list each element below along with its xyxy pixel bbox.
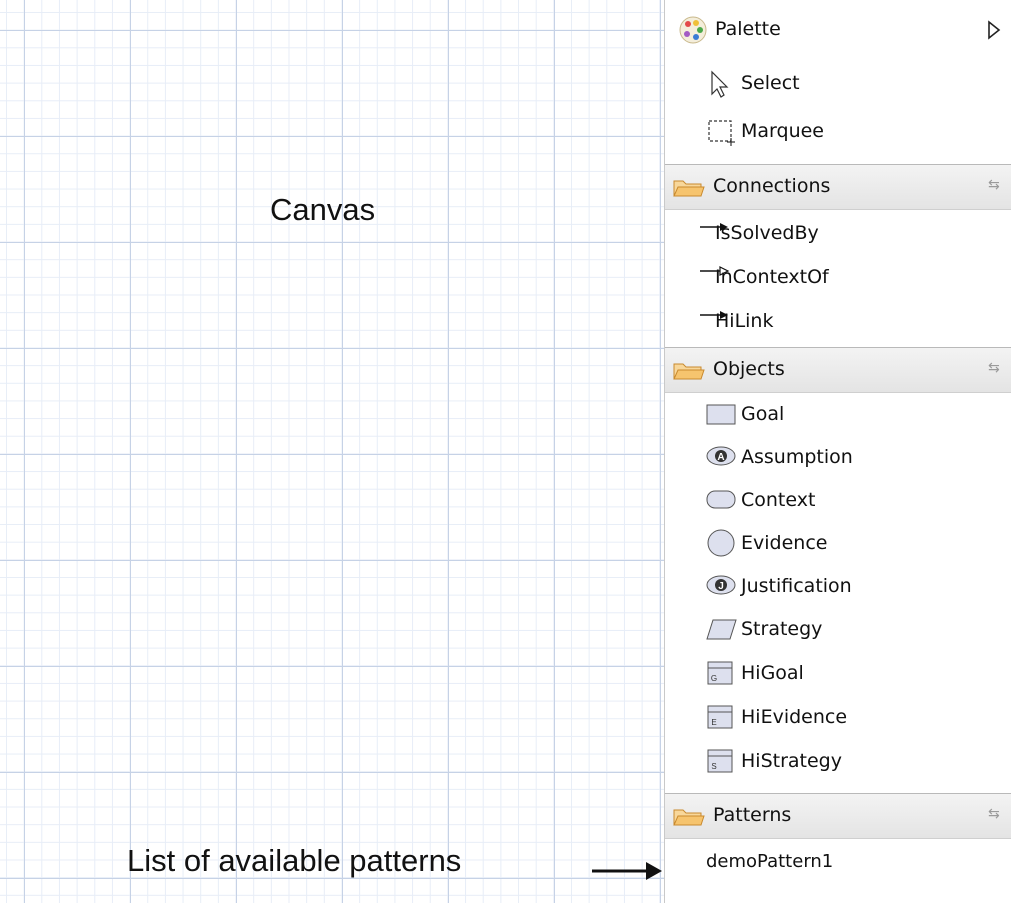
drawer-connections-label: Connections — [713, 175, 831, 197]
palette-item-label: demoPattern1 — [706, 851, 834, 872]
folder-icon — [673, 180, 705, 197]
justification-icon-letter: J — [718, 581, 724, 592]
folder-icon — [673, 809, 705, 826]
drawer-objects-label: Objects — [713, 358, 785, 380]
histrategy-icon: S — [707, 749, 733, 773]
palette-item-label: Evidence — [741, 532, 828, 554]
palette-item-label: HiEvidence — [741, 706, 848, 728]
drawer-connections-header[interactable]: Connections ⇆ — [665, 164, 1011, 210]
palette-item-hievidence[interactable]: E HiEvidence — [665, 697, 1011, 737]
palette-item-histrategy[interactable]: S HiStrategy — [665, 741, 1011, 781]
palette-item-goal[interactable]: Goal — [665, 394, 1011, 434]
palette-item-justification[interactable]: J Justification — [665, 566, 1011, 606]
collapse-palette-icon[interactable] — [987, 20, 1001, 40]
palette-item-evidence[interactable]: Evidence — [665, 523, 1011, 563]
palette-item-label: InContextOf — [715, 266, 829, 288]
hievidence-icon: E — [707, 705, 733, 729]
assumption-icon-letter: A — [717, 452, 724, 463]
histrategy-icon-letter: S — [711, 762, 716, 771]
palette-item-assumption[interactable]: A Assumption — [665, 437, 1011, 477]
hievidence-icon-letter: E — [711, 718, 716, 727]
evidence-circle-icon — [707, 529, 735, 557]
palette-item-issolvedby[interactable]: IsSolvedBy — [665, 213, 1011, 253]
strategy-parallelogram-icon — [706, 619, 737, 640]
collapse-drawer-icon[interactable]: ⇆ — [988, 806, 1000, 822]
collapse-drawer-icon[interactable]: ⇆ — [988, 360, 1000, 376]
drawer-objects-header[interactable]: Objects ⇆ — [665, 347, 1011, 393]
patterns-annotation: List of available patterns — [127, 843, 462, 878]
palette-item-label: Assumption — [741, 446, 853, 468]
cursor-arrow-icon — [711, 70, 729, 98]
canvas-label: Canvas — [270, 192, 376, 227]
palette-item-label: Justification — [741, 575, 852, 597]
palette-header: Palette — [665, 0, 1011, 62]
palette-item-hilink[interactable]: HiLink — [665, 301, 1011, 341]
palette-item-demopattern1[interactable]: demoPattern1 — [665, 842, 1011, 882]
palette-item-context[interactable]: Context — [665, 480, 1011, 520]
folder-icon — [673, 363, 705, 380]
tool-marquee[interactable]: Marquee — [665, 111, 1011, 151]
higoal-icon-letter: G — [711, 674, 717, 683]
collapse-drawer-icon[interactable]: ⇆ — [988, 177, 1000, 193]
tool-marquee-label: Marquee — [741, 120, 824, 142]
palette-item-label: IsSolvedBy — [715, 222, 819, 244]
marquee-icon — [708, 120, 735, 146]
palette-panel: Palette Select Marquee Connections ⇆ IsS… — [664, 0, 1011, 903]
palette-item-strategy[interactable]: Strategy — [665, 609, 1011, 649]
justification-ellipse-icon: J — [706, 575, 736, 595]
context-rounded-rect-icon — [706, 490, 736, 509]
palette-item-higoal[interactable]: G HiGoal — [665, 653, 1011, 693]
palette-item-label: Goal — [741, 403, 785, 425]
assumption-ellipse-icon: A — [706, 446, 736, 466]
tool-select-label: Select — [741, 72, 800, 94]
drawer-patterns-label: Patterns — [713, 804, 792, 826]
palette-icon — [679, 16, 707, 44]
tool-select[interactable]: Select — [665, 63, 1011, 103]
palette-item-label: HiStrategy — [741, 750, 842, 772]
higoal-icon: G — [707, 661, 733, 685]
palette-item-label: Strategy — [741, 618, 823, 640]
palette-item-label: HiLink — [715, 310, 774, 332]
palette-item-incontextof[interactable]: InContextOf — [665, 257, 1011, 297]
palette-title: Palette — [715, 18, 781, 40]
annotation-arrow-icon — [592, 862, 662, 880]
drawer-patterns-header[interactable]: Patterns ⇆ — [665, 793, 1011, 839]
diagram-canvas[interactable]: Canvas List of available patterns — [0, 0, 664, 903]
goal-rectangle-icon — [706, 404, 736, 425]
palette-item-label: HiGoal — [741, 662, 804, 684]
palette-item-label: Context — [741, 489, 816, 511]
